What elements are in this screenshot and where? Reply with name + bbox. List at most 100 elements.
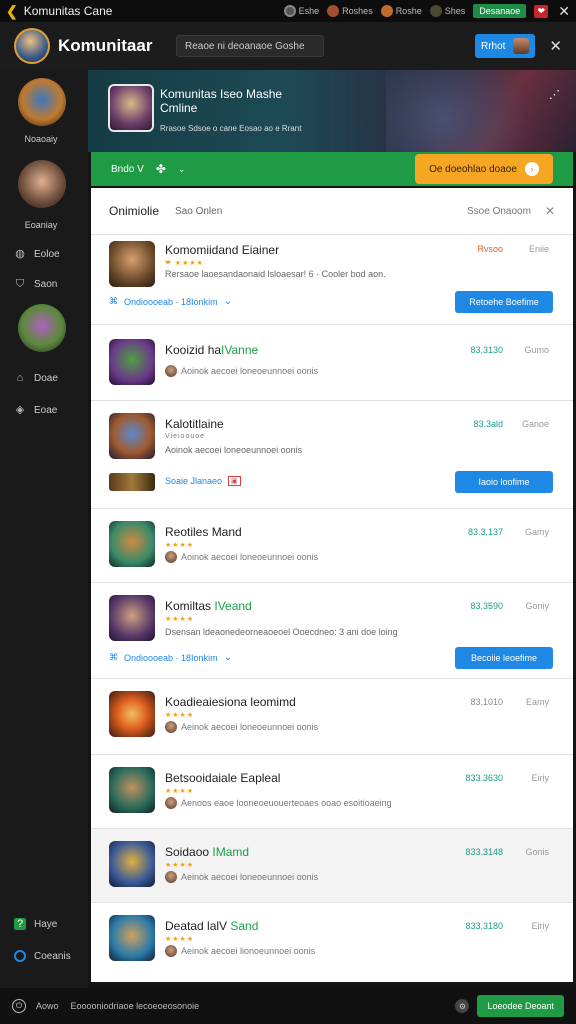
- item-action-button[interactable]: Iaoio loofime: [455, 471, 553, 493]
- app-icon: [109, 595, 155, 641]
- sidebar-item-circle[interactable]: Coeanis: [14, 950, 71, 962]
- item-price: 833.3630: [465, 773, 503, 783]
- status-footer: ⏻ Aowo Eooooniodriaoe lecoeoeosonoie ⚙ L…: [0, 988, 576, 1024]
- list-item[interactable]: Soidaoo IMamd 833.3148 Gonis ★★★★ Aeinok…: [91, 828, 573, 902]
- app-icon: [109, 413, 155, 459]
- list-item[interactable]: Deatad lalV Sand 833.3180 Eiriy ★★★★ Aei…: [91, 902, 573, 982]
- avatar: [165, 365, 177, 377]
- avatar: [165, 721, 177, 733]
- sidebar-avatar-game[interactable]: [18, 304, 66, 352]
- item-action-button[interactable]: Becoiie leoefime: [455, 647, 553, 669]
- close-icon[interactable]: ✕: [549, 37, 562, 55]
- banner-title: Komunitas Iseo Mashe Cmline: [160, 87, 283, 115]
- footer-description: Eooooniodriaoe lecoeoeosonoie: [70, 1001, 200, 1011]
- app-icon: [109, 841, 155, 887]
- list-item[interactable]: Kalotitlaine 83.3ald Ganoe Vieioouoe Aoi…: [91, 400, 573, 508]
- topbar-green-button[interactable]: Desanaoe: [473, 4, 527, 18]
- notification-icon[interactable]: ❤: [534, 4, 549, 18]
- expand-link[interactable]: ⌘ Ondioooeab · 18Ionkim ⌄: [109, 296, 232, 307]
- topbar-chip-2[interactable]: Roshes: [327, 5, 373, 17]
- avatar-icon: [380, 5, 393, 17]
- app-icon: [109, 521, 155, 567]
- search-input[interactable]: Reaoe ni deoanaoe Goshe: [176, 35, 324, 57]
- sidebar-item-shield[interactable]: ⛉ Saon: [14, 278, 57, 290]
- leaf-icon: [429, 5, 442, 17]
- arrow-right-icon: ›: [524, 162, 539, 176]
- list-item[interactable]: Kooizid haIVanne 83.3130 Gumo Aoinok aec…: [91, 324, 573, 400]
- primary-action-button[interactable]: Oe doeohlao doaoe ›: [415, 154, 553, 184]
- item-type: Ganoe: [521, 419, 549, 429]
- avatar: [165, 551, 177, 563]
- back-arrow-icon[interactable]: ❮: [6, 3, 18, 20]
- list-item[interactable]: Komiltas IVeand 83.3590 Goniy ★★★★ Dsens…: [91, 582, 573, 678]
- item-meta: Aoinok aecoei loneoeunnoei oonis: [165, 551, 318, 563]
- item-meta: Aeinok aecoei lionoeunnoei oonis: [165, 945, 315, 957]
- banner-artwork: [386, 70, 576, 152]
- item-type: Gumo: [524, 345, 549, 355]
- app-icon: [109, 339, 155, 385]
- item-meta: Aenoos eaoe looneoeuouerteoaes ooao esoi…: [165, 797, 392, 809]
- topbar-chip-4[interactable]: Shes: [429, 5, 465, 17]
- list-item[interactable]: Komomiidand Eiainer Rvsoo Eniie ❤ ★★★★ R…: [91, 234, 573, 324]
- list-item[interactable]: Betsooidaiale Eapleal 833.3630 Eiriy ★★★…: [91, 754, 573, 828]
- item-meta: Aoinok aecoei loneoeunnoei oonis: [165, 365, 318, 377]
- rating-stars: ❤ ★★★★: [165, 260, 204, 267]
- item-price: 83.3590: [470, 601, 503, 611]
- item-tag[interactable]: Soaie Jlanaeo ▣: [165, 476, 241, 486]
- clover-icon[interactable]: ✤: [156, 162, 166, 176]
- item-type: Eamy: [525, 697, 549, 707]
- item-subtitle: Vieioouoe: [165, 433, 206, 440]
- item-description: Rersaoe laoesandaonaid lsloaesar! 6 · Co…: [165, 269, 386, 279]
- shield-icon: ⛉: [15, 278, 25, 290]
- filter-select[interactable]: Bndo V: [111, 164, 144, 175]
- app-header: Komunitaar Reaoe ni deoanaoe Goshe Rrhot…: [0, 22, 576, 70]
- app-icon: [109, 915, 155, 961]
- chat-icon: ⌘: [109, 296, 118, 306]
- banner-subtitle: Rrasoe Sdsoe o cane Eosao ao e Rrant: [160, 124, 302, 133]
- avatar: [165, 797, 177, 809]
- sidebar-item-cart[interactable]: ⌂ Doae: [14, 372, 58, 384]
- circle-icon: [14, 950, 26, 962]
- item-name: Kooizid haIVanne: [165, 343, 259, 357]
- status-text: Aowo: [36, 1001, 59, 1011]
- sort-control[interactable]: Ssoe Onaoom: [467, 206, 531, 217]
- item-name: Kalotitlaine: [165, 417, 224, 431]
- chevron-down-icon: ⌄: [223, 652, 232, 663]
- close-icon[interactable]: ✕: [545, 204, 555, 218]
- topbar-chip-1[interactable]: Eshe: [283, 5, 319, 17]
- chevron-down-icon[interactable]: ⌄: [178, 164, 186, 175]
- sidebar-item-tag[interactable]: ◈ Eoae: [14, 404, 58, 416]
- item-price: 833.3180: [465, 921, 503, 931]
- item-action-button[interactable]: Retoehe Boefime: [455, 291, 553, 313]
- item-price: 83.3ald: [473, 419, 503, 429]
- sidebar-avatar-community[interactable]: [18, 78, 66, 126]
- close-icon[interactable]: ✕: [558, 3, 570, 20]
- power-icon[interactable]: ⏻: [12, 999, 26, 1013]
- title-bar: ❮ Komunitas Cane Eshe Roshes Roshe Shes …: [0, 0, 576, 22]
- badge-icon: ▣: [228, 476, 241, 486]
- list-item[interactable]: Koadieaiesiona leomimd 83.1010 Eamy ★★★★…: [91, 678, 573, 754]
- brand-avatar[interactable]: [14, 28, 50, 64]
- tab-online[interactable]: Sao Onlen: [175, 206, 222, 217]
- sidebar-item-globe[interactable]: ◍ Eoloe: [14, 248, 59, 260]
- footer-action-button[interactable]: Loeodee Deoant: [477, 995, 564, 1017]
- item-description: Dsensan ldeaonedeorneaoeoel Ooecdneo: 3 …: [165, 627, 398, 637]
- item-meta: Aeinok aecoei loneoeunnoei oonis: [165, 871, 318, 883]
- list-item[interactable]: Reotiles Mand 83.3,137 Gamy ★★★★ Aoinok …: [91, 508, 573, 582]
- sidebar-avatar-user[interactable]: [18, 160, 66, 208]
- settings-icon[interactable]: ⚙: [455, 999, 470, 1013]
- item-name: Reotiles Mand: [165, 525, 242, 539]
- tag-icon: ◈: [15, 404, 25, 416]
- more-icon[interactable]: ⋰: [549, 88, 560, 101]
- sidebar-item-help[interactable]: ? Haye: [14, 918, 57, 930]
- expand-link[interactable]: ⌘ Ondioooeab · 18Ionkim ⌄: [109, 652, 232, 663]
- topbar-chip-3[interactable]: Roshe: [380, 5, 422, 17]
- item-name: Soidaoo IMamd: [165, 845, 250, 859]
- rating-stars: ★★★★: [165, 616, 195, 623]
- avatar: [165, 945, 177, 957]
- globe-icon: [283, 5, 296, 17]
- profile-button[interactable]: Rrhot: [474, 34, 536, 58]
- item-thumbnail: [109, 473, 155, 491]
- cart-icon: ⌂: [16, 372, 24, 384]
- item-price: 833.3148: [465, 847, 503, 857]
